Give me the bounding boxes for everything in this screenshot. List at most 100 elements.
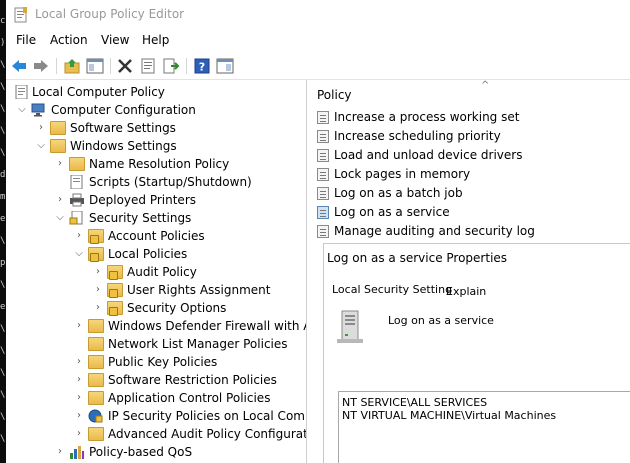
chevron-right-icon[interactable]: › xyxy=(55,155,65,173)
properties-dialog: Log on as a service Properties Local Sec… xyxy=(323,243,630,463)
policy-icon xyxy=(317,130,329,143)
menu-help[interactable]: Help xyxy=(142,33,169,47)
policy-document-icon xyxy=(15,85,28,99)
chevron-right-icon[interactable]: › xyxy=(74,353,84,371)
tree-label: IP Security Policies on Local Comp xyxy=(108,409,307,423)
chevron-right-icon[interactable]: › xyxy=(55,191,65,209)
locked-folder-icon xyxy=(107,265,123,280)
tree-label: Windows Settings xyxy=(70,139,177,153)
policy-label: Load and unload device drivers xyxy=(334,148,523,162)
chevron-right-icon[interactable]: › xyxy=(93,281,103,299)
folder-icon xyxy=(69,157,85,171)
show-hide-action-pane-icon[interactable] xyxy=(216,57,234,75)
chevron-right-icon[interactable]: › xyxy=(93,263,103,281)
tree-label: Network List Manager Policies xyxy=(108,337,288,351)
policy-icon xyxy=(317,206,329,219)
tree-label: Name Resolution Policy xyxy=(89,157,230,171)
chevron-right-icon[interactable]: › xyxy=(55,443,65,461)
tree-label: User Rights Assignment xyxy=(127,283,271,297)
svg-text:?: ? xyxy=(199,61,205,74)
folder-icon xyxy=(50,121,66,135)
policy-icon xyxy=(317,111,329,124)
tree-label: Local Policies xyxy=(108,247,188,261)
account-entry[interactable]: NT SERVICE\ALL SERVICES xyxy=(342,396,487,409)
folder-icon xyxy=(88,427,104,441)
menu-bar: File Action View Help xyxy=(6,30,630,52)
policy-label: Log on as a service xyxy=(334,205,450,219)
printer-icon xyxy=(70,193,84,207)
computer-icon xyxy=(31,103,45,117)
chevron-down-icon[interactable]: ⌵ xyxy=(17,101,27,119)
server-icon xyxy=(337,310,363,343)
menu-view[interactable]: View xyxy=(101,33,129,47)
tree-label: Scripts (Startup/Shutdown) xyxy=(89,175,252,189)
folder-icon xyxy=(88,373,104,387)
group-policy-app-icon xyxy=(14,7,27,23)
tree-label: Public Key Policies xyxy=(108,355,218,369)
policy-label: Increase a process working set xyxy=(334,110,520,124)
tree-label: Account Policies xyxy=(108,229,205,243)
policy-list-pane: ^ Policy Increase a process working set … xyxy=(311,80,630,463)
policy-icon xyxy=(317,225,329,238)
tree-label: Security Settings xyxy=(89,211,192,225)
tab-explain[interactable]: Explain xyxy=(446,285,486,298)
folder-icon xyxy=(88,391,104,405)
back-icon[interactable] xyxy=(10,57,28,75)
tree-label: Application Control Policies xyxy=(108,391,271,405)
security-settings-icon xyxy=(69,211,83,225)
ip-security-icon xyxy=(88,409,103,423)
tree-label: Windows Defender Firewall with A xyxy=(108,319,307,333)
policy-icon xyxy=(317,149,329,162)
folder-icon xyxy=(88,355,104,369)
chevron-down-icon[interactable]: ⌵ xyxy=(55,209,65,227)
properties-icon[interactable] xyxy=(139,57,157,75)
locked-folder-icon xyxy=(107,301,123,316)
chevron-right-icon[interactable]: › xyxy=(36,119,46,137)
chevron-down-icon[interactable]: ⌵ xyxy=(74,245,84,263)
service-name: Log on as a service xyxy=(388,314,494,327)
chevron-down-icon[interactable]: ⌵ xyxy=(36,137,46,155)
show-hide-tree-icon[interactable] xyxy=(86,57,104,75)
locked-folder-icon xyxy=(88,229,104,244)
title-bar: Local Group Policy Editor xyxy=(6,0,630,30)
menu-file[interactable]: File xyxy=(16,33,36,47)
policy-label: Manage auditing and security log xyxy=(334,224,535,238)
toolbar: ? xyxy=(6,53,630,80)
policy-icon xyxy=(317,187,329,200)
menu-action[interactable]: Action xyxy=(50,33,88,47)
delete-icon[interactable] xyxy=(116,57,134,75)
folder-icon xyxy=(50,139,66,153)
policy-label: Lock pages in memory xyxy=(334,167,471,181)
column-header-policy[interactable]: Policy xyxy=(317,88,352,102)
chevron-right-icon[interactable]: › xyxy=(74,425,84,443)
chevron-right-icon[interactable]: › xyxy=(74,371,84,389)
window-title: Local Group Policy Editor xyxy=(35,7,185,21)
policy-label: Increase scheduling priority xyxy=(334,129,501,143)
locked-folder-icon xyxy=(107,283,123,298)
console-tree-pane: Local Computer Policy ⌵ Computer Configu… xyxy=(6,80,307,463)
account-entry[interactable]: NT VIRTUAL MACHINE\Virtual Machines xyxy=(342,409,556,422)
forward-icon[interactable] xyxy=(32,57,50,75)
folder-icon xyxy=(88,319,104,333)
tab-local-security-setting[interactable]: Local Security Setting xyxy=(332,283,452,296)
tree-label: Local Computer Policy xyxy=(32,85,165,99)
chevron-right-icon[interactable]: › xyxy=(74,227,84,245)
help-icon[interactable]: ? xyxy=(193,57,211,75)
export-list-icon[interactable] xyxy=(162,57,180,75)
policy-label: Log on as a batch job xyxy=(334,186,463,200)
locked-folder-icon xyxy=(88,247,104,262)
chevron-right-icon[interactable]: › xyxy=(93,299,103,317)
scripts-icon xyxy=(70,175,83,189)
accounts-listbox[interactable]: NT SERVICE\ALL SERVICES NT VIRTUAL MACHI… xyxy=(338,391,630,463)
tree-label: Software Restriction Policies xyxy=(108,373,277,387)
up-folder-icon[interactable] xyxy=(63,57,81,75)
dialog-title: Log on as a service Properties xyxy=(327,251,508,265)
chevron-right-icon[interactable]: › xyxy=(74,407,84,425)
qos-chart-icon xyxy=(70,446,84,459)
chevron-right-icon[interactable]: › xyxy=(74,389,84,407)
sort-caret-icon[interactable]: ^ xyxy=(481,80,489,91)
tree-label: Computer Configuration xyxy=(51,103,196,117)
policy-icon xyxy=(317,168,329,181)
tree-label: Security Options xyxy=(127,301,227,315)
chevron-right-icon[interactable]: › xyxy=(74,317,84,335)
